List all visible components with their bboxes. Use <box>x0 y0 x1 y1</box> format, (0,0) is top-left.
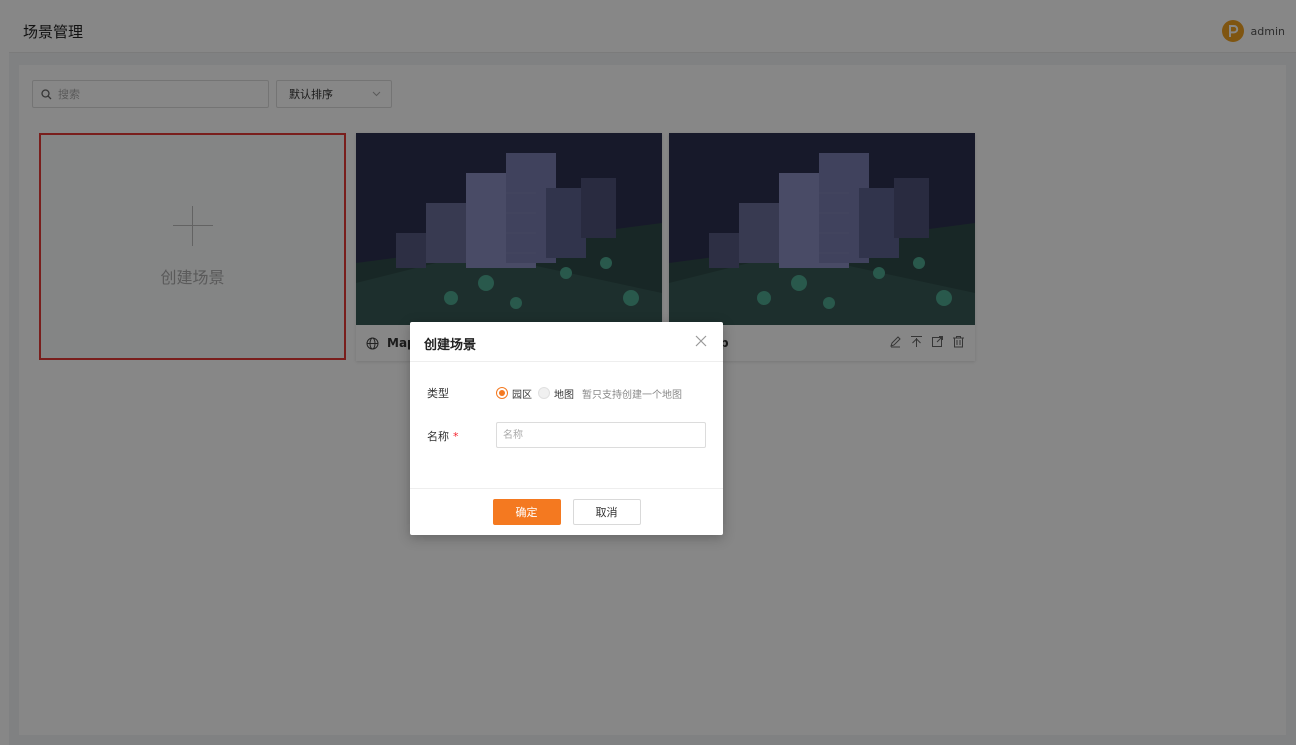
name-label: 名称 * <box>427 428 459 444</box>
type-hint: 暂只支持创建一个地图 <box>582 389 682 401</box>
radio-park[interactable] <box>496 387 508 399</box>
create-scene-dialog: 创建场景 类型 园区 地图 暂只支持创建一个地图 名称 * 确定 取消 <box>410 322 723 535</box>
dialog-header: 创建场景 <box>410 322 723 362</box>
radio-park-label[interactable]: 园区 <box>512 386 532 401</box>
confirm-button[interactable]: 确定 <box>492 499 561 525</box>
radio-map[interactable] <box>538 387 550 399</box>
type-radio-group: 园区 地图 暂只支持创建一个地图 <box>496 386 682 401</box>
type-row: 类型 园区 地图 暂只支持创建一个地图 <box>410 386 723 401</box>
name-input[interactable] <box>496 422 706 448</box>
name-label-text: 名称 <box>427 430 449 443</box>
type-label: 类型 <box>427 387 449 400</box>
close-icon[interactable] <box>693 333 709 349</box>
radio-map-label[interactable]: 地图 <box>554 386 574 401</box>
dialog-footer: 确定 取消 <box>410 488 723 535</box>
dialog-title: 创建场景 <box>424 338 477 353</box>
name-row: 名称 * <box>410 422 723 448</box>
required-mark: * <box>453 430 459 443</box>
cancel-button[interactable]: 取消 <box>572 499 641 525</box>
